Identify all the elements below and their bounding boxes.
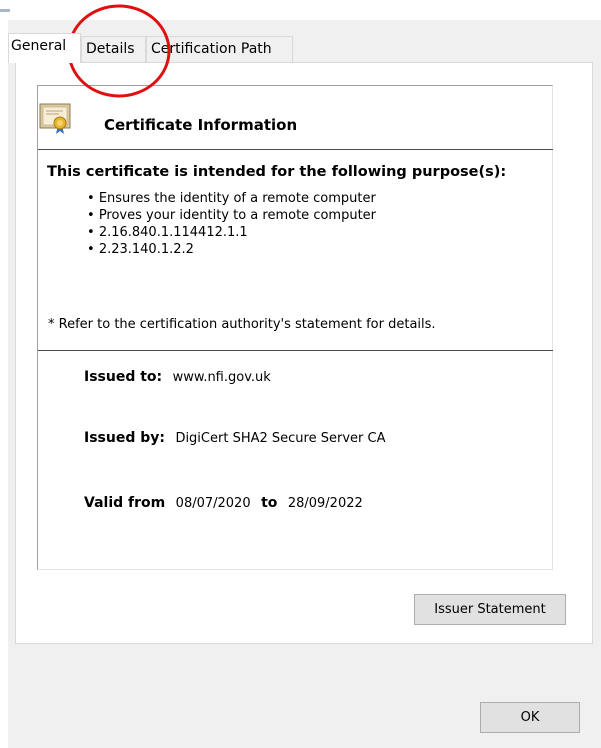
window-icon	[0, 9, 10, 12]
issued-to-row: Issued to: www.nfi.gov.uk	[84, 369, 271, 385]
validity-row: Valid from 08/07/2020 to 28/09/2022	[84, 495, 363, 511]
tab-details[interactable]: Details	[81, 36, 146, 62]
tab-general[interactable]: General	[8, 33, 81, 63]
valid-to-label: to	[261, 495, 278, 511]
issued-by-value: DigiCert SHA2 Secure Server CA	[175, 431, 386, 446]
issued-to-label: Issued to:	[84, 369, 163, 385]
ok-button[interactable]: OK	[480, 702, 580, 733]
issued-to-value: www.nfi.gov.uk	[172, 370, 271, 385]
valid-to-value: 28/09/2022	[287, 496, 363, 511]
list-item: Proves your identity to a remote compute…	[87, 207, 376, 224]
divider-top	[38, 149, 553, 150]
certificate-icon	[39, 103, 71, 134]
authority-note: * Refer to the certification authority's…	[48, 317, 436, 332]
purpose-heading: This certificate is intended for the fol…	[47, 164, 507, 180]
issued-by-row: Issued by: DigiCert SHA2 Secure Server C…	[84, 430, 385, 446]
certificate-information-title: Certificate Information	[104, 116, 298, 134]
list-item: 2.16.840.1.114412.1.1	[87, 224, 376, 241]
issued-by-label: Issued by:	[84, 430, 165, 446]
tab-certification-path[interactable]: Certification Path	[146, 36, 293, 62]
list-item: 2.23.140.1.2.2	[87, 241, 376, 258]
purpose-list: Ensures the identity of a remote compute…	[87, 190, 376, 258]
issuer-statement-button[interactable]: Issuer Statement	[414, 594, 566, 625]
list-item: Ensures the identity of a remote compute…	[87, 190, 376, 207]
valid-from-value: 08/07/2020	[175, 496, 251, 511]
divider-bottom	[38, 350, 553, 351]
valid-from-label: Valid from	[84, 495, 166, 511]
